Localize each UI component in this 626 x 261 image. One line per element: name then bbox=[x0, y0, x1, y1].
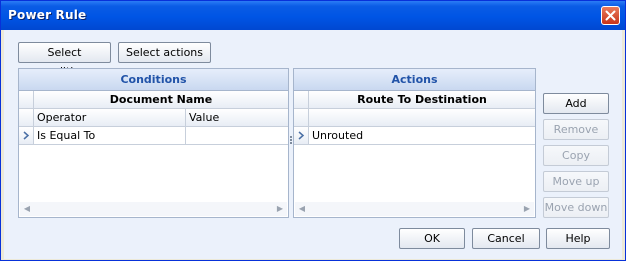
conditions-column-header-row: Operator Value bbox=[19, 109, 288, 127]
actions-column-header-row bbox=[294, 109, 535, 127]
close-button[interactable] bbox=[601, 6, 620, 25]
value-column-header[interactable]: Value bbox=[186, 109, 288, 126]
row-indicator bbox=[294, 91, 309, 108]
operator-column-header[interactable]: Operator bbox=[34, 109, 186, 126]
move-up-button[interactable]: Move up bbox=[543, 171, 609, 192]
row-pointer-icon bbox=[298, 131, 305, 140]
row-pointer-icon bbox=[23, 131, 30, 140]
conditions-panel: Conditions Document Name Operator Value … bbox=[18, 68, 289, 218]
add-button[interactable]: Add bbox=[543, 93, 609, 114]
ok-button[interactable]: OK bbox=[399, 228, 465, 249]
scroll-left-icon[interactable]: ◀ bbox=[20, 202, 34, 216]
row-indicator bbox=[19, 127, 34, 144]
actions-blank-column-header[interactable] bbox=[309, 109, 535, 126]
remove-button[interactable]: Remove bbox=[543, 119, 609, 140]
copy-button[interactable]: Copy bbox=[543, 145, 609, 166]
cancel-button[interactable]: Cancel bbox=[472, 228, 540, 249]
scroll-right-icon[interactable]: ▶ bbox=[273, 202, 287, 216]
row-indicator bbox=[294, 109, 309, 126]
conditions-horizontal-scrollbar[interactable]: ◀ ▶ bbox=[20, 202, 287, 216]
document-name-header[interactable]: Document Name bbox=[34, 91, 288, 108]
actions-header: Actions bbox=[294, 69, 535, 91]
value-cell[interactable] bbox=[186, 127, 288, 144]
destination-cell[interactable]: Unrouted bbox=[309, 127, 535, 144]
close-icon bbox=[605, 10, 616, 21]
actions-panel: Actions Route To Destination Unrouted ◀ … bbox=[293, 68, 536, 218]
window-title: Power Rule bbox=[8, 8, 87, 22]
scroll-left-icon[interactable]: ◀ bbox=[295, 202, 309, 216]
table-row[interactable]: Is Equal To bbox=[19, 127, 288, 145]
row-indicator bbox=[294, 127, 309, 144]
scroll-right-icon[interactable]: ▶ bbox=[520, 202, 534, 216]
table-row[interactable]: Unrouted bbox=[294, 127, 535, 145]
row-indicator bbox=[19, 91, 34, 108]
operator-cell[interactable]: Is Equal To bbox=[34, 127, 186, 144]
conditions-header: Conditions bbox=[19, 69, 288, 91]
move-down-button[interactable]: Move down bbox=[543, 197, 609, 218]
row-indicator bbox=[19, 109, 34, 126]
actions-horizontal-scrollbar[interactable]: ◀ ▶ bbox=[295, 202, 534, 216]
actions-group-header-row: Route To Destination bbox=[294, 91, 535, 109]
route-to-destination-header[interactable]: Route To Destination bbox=[309, 91, 535, 108]
select-conditions-button[interactable]: Select conditions bbox=[18, 42, 111, 78]
title-bar: Power Rule bbox=[1, 1, 625, 30]
dialog-body: Select conditions Select actions Conditi… bbox=[4, 30, 622, 259]
conditions-group-header-row: Document Name bbox=[19, 91, 288, 109]
help-button[interactable]: Help bbox=[546, 228, 610, 249]
select-actions-button[interactable]: Select actions bbox=[118, 42, 211, 63]
power-rule-dialog: Power Rule Select conditions Select acti… bbox=[0, 0, 626, 261]
